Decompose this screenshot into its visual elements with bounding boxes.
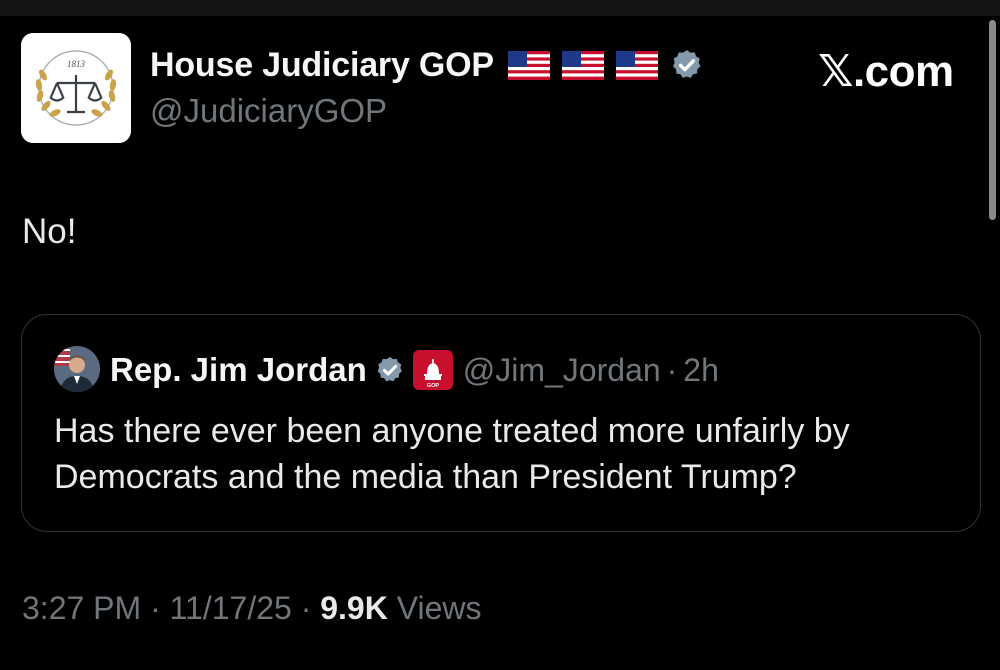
- account-avatar[interactable]: 1813: [21, 33, 131, 143]
- quoted-tweet-header: Rep. Jim Jordan GOP @Jim_Jordan · 2h: [110, 348, 719, 392]
- top-bar: [0, 0, 1000, 16]
- quoted-author-name[interactable]: Rep. Jim Jordan: [110, 351, 367, 389]
- quoted-tweet-time[interactable]: 2h: [683, 352, 719, 389]
- portrait-icon: [54, 346, 100, 392]
- quoted-tweet[interactable]: Rep. Jim Jordan GOP @Jim_Jordan · 2h Has…: [21, 314, 981, 532]
- separator-dot: ·: [150, 590, 161, 626]
- views-count: 9.9K: [320, 590, 388, 626]
- quoted-tweet-text: Has there ever been anyone treated more …: [54, 412, 850, 496]
- gop-affiliate-badge-icon[interactable]: GOP: [412, 350, 453, 390]
- tweet-date[interactable]: 11/17/25: [170, 590, 292, 626]
- verified-badge-icon[interactable]: [670, 48, 704, 82]
- author-name-row: House Judiciary GOP: [150, 42, 704, 88]
- tweet-text: No!: [22, 212, 77, 251]
- verified-badge-icon[interactable]: [375, 355, 405, 385]
- us-flag-icon: [507, 50, 550, 80]
- quoted-author-avatar[interactable]: [54, 346, 100, 392]
- tweet-meta: 3:27 PM · 11/17/25 · 9.9K Views: [22, 590, 482, 627]
- x-com-watermark: 𝕏.com: [818, 47, 954, 96]
- separator-dot: ·: [300, 590, 312, 626]
- quoted-author-handle[interactable]: @Jim_Jordan: [463, 352, 661, 389]
- separator-dot: ·: [666, 351, 678, 388]
- judiciary-seal-icon: 1813: [35, 50, 117, 126]
- views-label: Views: [396, 590, 482, 626]
- svg-text:1813: 1813: [67, 59, 86, 69]
- author-display-name[interactable]: House Judiciary GOP: [150, 46, 494, 85]
- us-flag-icon: [561, 50, 604, 80]
- svg-text:GOP: GOP: [427, 383, 440, 389]
- us-flag-icon: [615, 50, 658, 80]
- tweet-time[interactable]: 3:27 PM: [22, 590, 141, 626]
- scrollbar[interactable]: [989, 20, 996, 220]
- author-handle[interactable]: @JudiciaryGOP: [150, 92, 387, 130]
